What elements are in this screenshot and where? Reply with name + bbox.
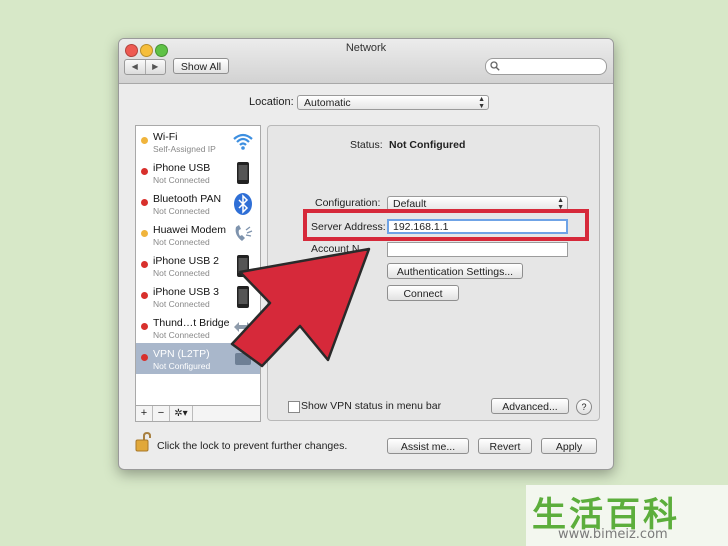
status-dot [141, 168, 148, 175]
service-item-wifi[interactable]: Wi-Fi Self-Assigned IP [136, 126, 260, 157]
location-value: Automatic [304, 97, 351, 109]
service-name: iPhone USB 3 [153, 286, 219, 298]
service-status: Not Connected [153, 175, 210, 185]
service-name: Wi-Fi [153, 131, 178, 143]
status-dot [141, 323, 148, 330]
iphone-icon [237, 162, 249, 184]
service-name: Thund…t Bridge [153, 317, 230, 329]
service-status: Not Connected [153, 330, 210, 340]
back-arrow-icon[interactable]: ◀ [125, 60, 146, 74]
service-item-thunderbolt-bridge[interactable]: Thund…t Bridge Not Connected [136, 312, 260, 343]
network-preferences-window: Network ◀ ▶ Show All Location: Automatic… [118, 38, 614, 470]
status-dot [141, 354, 148, 361]
bluetooth-icon [234, 193, 252, 215]
service-item-iphone-usb[interactable]: iPhone USB Not Connected [136, 157, 260, 188]
gear-icon[interactable]: ✲▾ [170, 406, 193, 421]
service-status: Not Connected [153, 299, 210, 309]
lock-icon[interactable] [135, 432, 153, 452]
watermark: 生活百科 www.bimeiz.com [526, 485, 728, 546]
service-status: Not Connected [153, 268, 210, 278]
revert-button[interactable]: Revert [478, 438, 532, 454]
server-address-highlight-box [303, 209, 589, 241]
search-icon [490, 61, 500, 71]
service-name: Huawei Modem [153, 224, 226, 236]
status-dot [141, 137, 148, 144]
forward-arrow-icon[interactable]: ▶ [146, 60, 166, 74]
service-status: Not Connected [153, 206, 210, 216]
show-vpn-status-checkbox[interactable] [288, 401, 300, 413]
service-item-bluetooth-pan[interactable]: Bluetooth PAN Not Connected [136, 188, 260, 219]
service-name: iPhone USB 2 [153, 255, 219, 267]
popup-arrows-icon: ▲ ▼ [478, 96, 485, 110]
service-status: Not Configured [153, 361, 211, 371]
vpn-icon [235, 353, 251, 365]
location-label: Location: [249, 96, 294, 108]
service-item-vpn-l2tp[interactable]: VPN (L2TP) Not Configured [136, 343, 260, 374]
status-dot [141, 230, 148, 237]
status-dot [141, 199, 148, 206]
service-item-huawei-modem[interactable]: Huawei Modem Not Connected [136, 219, 260, 250]
status-value: Not Configured [389, 139, 466, 151]
connect-button[interactable]: Connect [387, 285, 459, 301]
service-status: Self-Assigned IP [153, 144, 216, 154]
advanced-button[interactable]: Advanced... [491, 398, 569, 414]
phone-modem-icon [235, 225, 253, 241]
iphone-icon [237, 286, 249, 308]
status-dot [141, 261, 148, 268]
account-name-label: Account N [311, 243, 360, 255]
show-all-button[interactable]: Show All [173, 58, 229, 74]
iphone-icon [237, 255, 249, 277]
apply-button[interactable]: Apply [541, 438, 597, 454]
location-popup[interactable]: Automatic ▲ ▼ [297, 95, 489, 110]
service-name: VPN (L2TP) [153, 348, 210, 360]
authentication-settings-button[interactable]: Authentication Settings... [387, 263, 523, 279]
window-title: Network [345, 42, 387, 54]
service-status: Not Connected [153, 237, 210, 247]
search-field[interactable] [485, 58, 607, 75]
service-name: iPhone USB [153, 162, 211, 174]
wifi-icon [233, 133, 253, 150]
status-dot [141, 292, 148, 299]
configuration-label: Configuration: [315, 197, 381, 209]
thunderbolt-bridge-icon [234, 322, 252, 332]
service-item-iphone-usb-2[interactable]: iPhone USB 2 Not Connected [136, 250, 260, 281]
help-button[interactable]: ? [576, 399, 592, 415]
title-bar: Network ◀ ▶ Show All [119, 39, 613, 84]
add-service-button[interactable]: + [136, 406, 153, 421]
show-vpn-status-label: Show VPN status in menu bar [301, 400, 442, 412]
account-name-field[interactable] [387, 242, 568, 257]
status-label: Status: [350, 139, 383, 151]
service-name: Bluetooth PAN [153, 193, 222, 205]
service-item-iphone-usb-3[interactable]: iPhone USB 3 Not Connected [136, 281, 260, 312]
service-list-toolbar: + − ✲▾ [135, 405, 261, 422]
lock-message: Click the lock to prevent further change… [157, 440, 348, 452]
assist-me-button[interactable]: Assist me... [387, 438, 469, 454]
back-forward-control: ◀ ▶ [124, 59, 166, 75]
watermark-url: www.bimeiz.com [558, 527, 668, 542]
service-list: Wi-Fi Self-Assigned IP iPhone USB Not Co… [135, 125, 261, 421]
remove-service-button[interactable]: − [153, 406, 170, 421]
